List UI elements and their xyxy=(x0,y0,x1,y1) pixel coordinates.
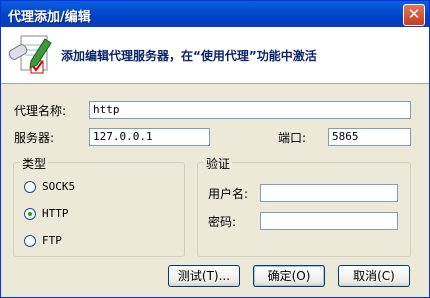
cancel-button[interactable]: 取消(C) xyxy=(338,265,410,287)
server-label: 服务器: xyxy=(14,131,55,145)
auth-legend: 验证 xyxy=(204,155,233,172)
proxy-name-input[interactable]: http xyxy=(89,101,411,119)
banner-text: 添加编辑代理服务器，在“使用代理”功能中激活 xyxy=(61,49,317,63)
title-bar[interactable]: 代理添加/编辑 ✕ xyxy=(1,1,429,27)
port-label: 端口: xyxy=(278,131,307,145)
username-label: 用户名: xyxy=(208,187,249,201)
proxy-dialog: 代理添加/编辑 ✕ 添加编辑代理服务器，在“使用代理”功能中激活 代理名称: h… xyxy=(0,0,430,298)
port-input[interactable]: 5865 xyxy=(328,128,411,146)
auth-groupbox: 验证 用户名: 密码: xyxy=(197,155,411,257)
type-groupbox: 类型 SOCK5 HTTP FTP xyxy=(13,155,185,257)
password-input[interactable] xyxy=(260,212,398,230)
password-label: 密码: xyxy=(208,215,237,229)
radio-sock5[interactable] xyxy=(24,181,36,193)
type-legend: 类型 xyxy=(20,155,49,172)
radio-ftp[interactable] xyxy=(24,235,36,247)
banner: 添加编辑代理服务器，在“使用代理”功能中激活 xyxy=(1,27,429,84)
close-button[interactable]: ✕ xyxy=(403,4,425,26)
radio-http-label[interactable]: HTTP xyxy=(42,207,69,220)
test-button[interactable]: 测试(T)... xyxy=(168,265,240,287)
server-input[interactable]: 127.0.0.1 xyxy=(89,128,210,146)
radio-http[interactable] xyxy=(24,208,36,220)
ok-button[interactable]: 确定(O) xyxy=(253,265,325,287)
edit-document-icon xyxy=(8,35,52,74)
radio-sock5-label[interactable]: SOCK5 xyxy=(42,180,75,193)
username-input[interactable] xyxy=(260,184,398,202)
window-title: 代理添加/编辑 xyxy=(8,10,91,25)
proxy-name-label: 代理名称: xyxy=(14,104,67,118)
radio-ftp-label[interactable]: FTP xyxy=(42,234,62,247)
